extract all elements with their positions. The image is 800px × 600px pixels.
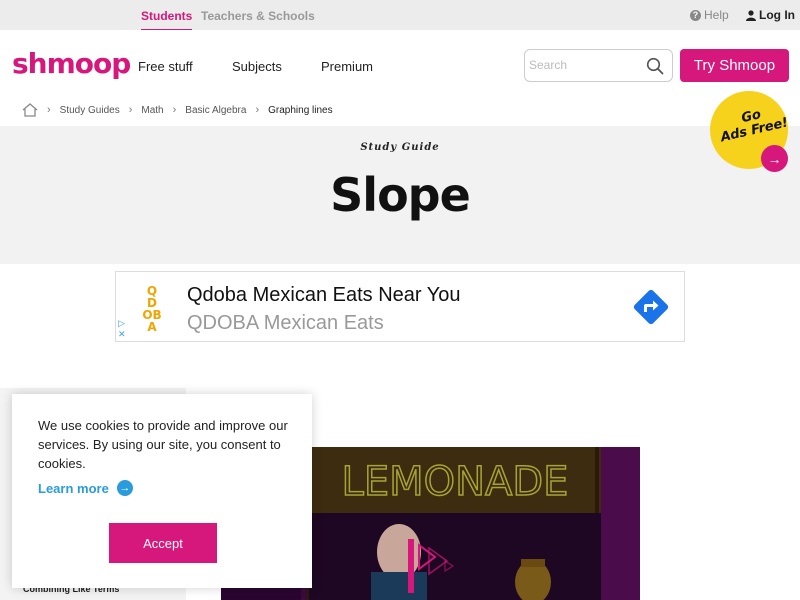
nav-subjects[interactable]: Subjects bbox=[232, 59, 282, 74]
hero-banner: Study Guide Slope bbox=[0, 126, 800, 264]
qdoba-logo-mark: Q D OB A bbox=[142, 284, 161, 334]
nav-premium[interactable]: Premium bbox=[321, 59, 373, 74]
advertisement[interactable]: Q D OB A Qdoba Mexican Eats Near You QDO… bbox=[115, 271, 685, 342]
learn-more-link[interactable]: Learn more → bbox=[38, 480, 133, 496]
accept-cookies-button[interactable]: Accept bbox=[109, 523, 217, 563]
ad-choices-icon[interactable]: ▷ ✕ bbox=[118, 318, 126, 340]
login-label: Log In bbox=[759, 8, 795, 22]
directions-icon[interactable] bbox=[633, 289, 669, 325]
learn-more-label: Learn more bbox=[38, 480, 109, 496]
video-sign-text: LEMONADE bbox=[342, 459, 569, 505]
cookie-message: We use cookies to provide and improve ou… bbox=[38, 418, 288, 471]
cookie-consent-banner: We use cookies to provide and improve ou… bbox=[12, 394, 312, 588]
breadcrumb-basic-algebra[interactable]: Basic Algebra bbox=[185, 105, 246, 116]
search-icon[interactable] bbox=[646, 57, 664, 75]
shmoop-logo[interactable]: shmoop bbox=[12, 48, 131, 80]
search-box bbox=[524, 49, 673, 82]
nav-free-stuff[interactable]: Free stuff bbox=[138, 59, 193, 74]
chevron-right-icon: › bbox=[128, 104, 133, 116]
breadcrumb-graphing-lines[interactable]: Graphing lines bbox=[268, 105, 332, 116]
arrow-right-circle-icon: → bbox=[116, 480, 133, 496]
try-shmoop-button[interactable]: Try Shmoop bbox=[680, 49, 789, 82]
ad-headline[interactable]: Qdoba Mexican Eats Near You bbox=[187, 284, 461, 307]
site-header: shmoop Free stuff Subjects Premium Try S… bbox=[0, 30, 800, 100]
page-title: Slope bbox=[330, 168, 471, 222]
breadcrumb-math[interactable]: Math bbox=[141, 105, 163, 116]
svg-text:A: A bbox=[147, 320, 157, 332]
teachers-schools-tab[interactable]: Teachers & Schools bbox=[201, 9, 315, 23]
arrow-right-icon[interactable]: → bbox=[761, 145, 788, 172]
home-icon[interactable] bbox=[22, 103, 38, 117]
study-guide-kicker: Study Guide bbox=[360, 142, 440, 153]
help-label: Help bbox=[704, 8, 729, 22]
chevron-right-icon: › bbox=[255, 104, 260, 116]
chevron-right-icon: › bbox=[47, 104, 51, 116]
qdoba-logo: Q D OB A bbox=[138, 284, 166, 334]
breadcrumb-study-guides[interactable]: Study Guides bbox=[60, 105, 120, 116]
chevron-right-icon: › bbox=[172, 104, 177, 116]
login-link[interactable]: Log In bbox=[746, 8, 795, 22]
students-tab[interactable]: Students bbox=[141, 9, 193, 31]
help-link[interactable]: ? Help bbox=[690, 8, 729, 22]
search-input[interactable] bbox=[529, 58, 639, 72]
audience-bar: Students Teachers & Schools ? Help Log I… bbox=[0, 0, 800, 31]
help-icon: ? bbox=[690, 9, 701, 21]
badge-text: Go Ads Free! bbox=[716, 102, 791, 145]
ad-subheadline[interactable]: QDOBA Mexican Eats bbox=[187, 312, 384, 335]
breadcrumb: › Study Guides › Math › Basic Algebra › … bbox=[22, 100, 333, 120]
user-icon bbox=[746, 9, 756, 21]
